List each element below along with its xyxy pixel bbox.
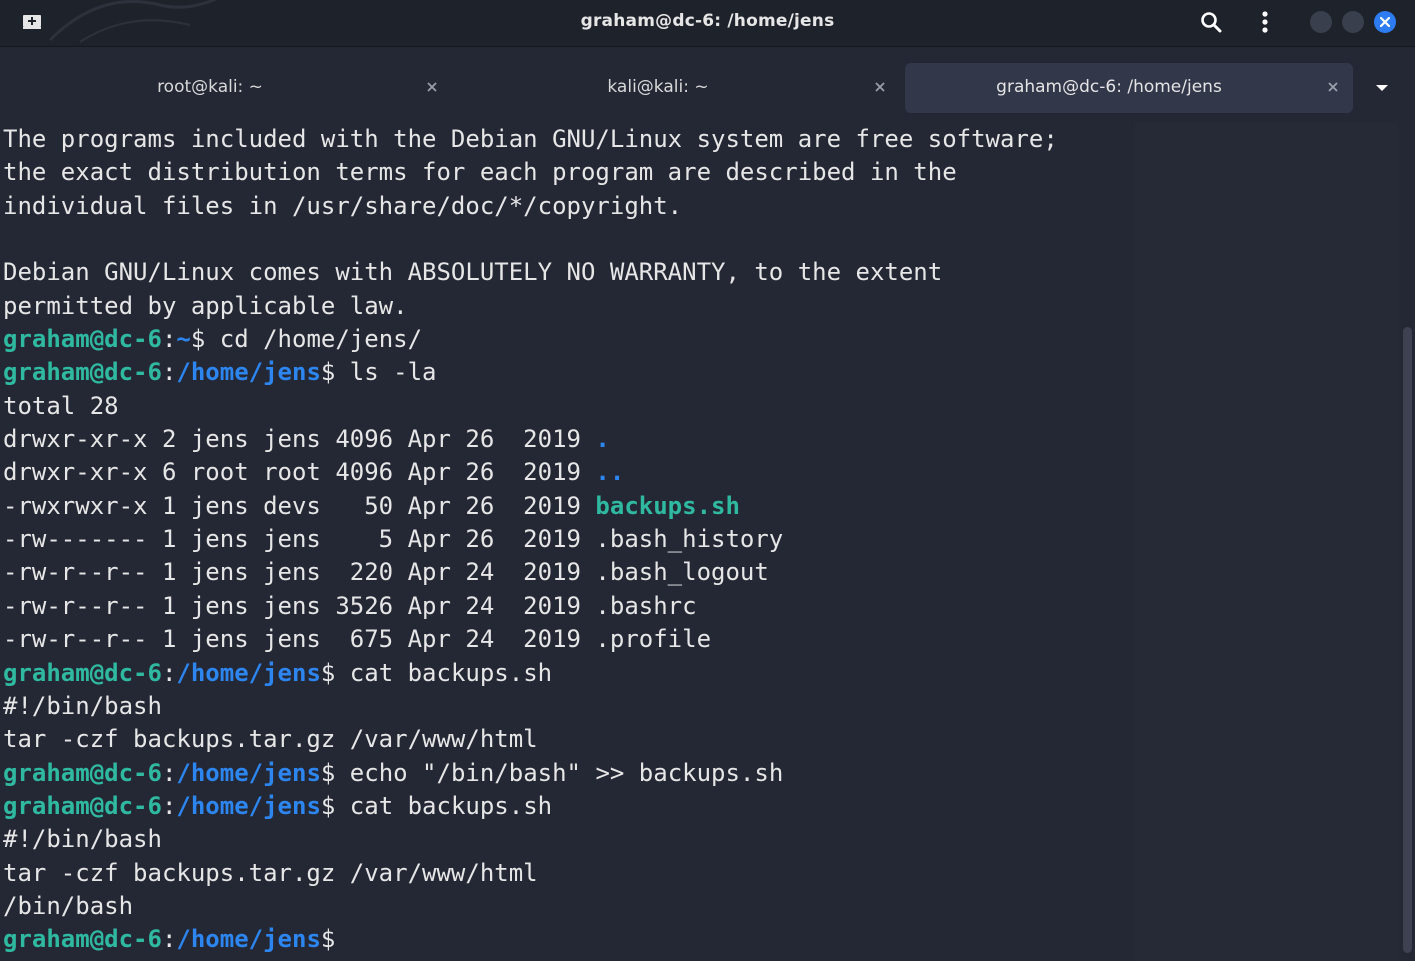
terminal-line: -rw------- 1 jens jens 5 Apr 26 2019 .ba… <box>3 523 1058 556</box>
terminal-text: /bin/bash <box>3 891 134 920</box>
terminal-line: Debian GNU/Linux comes with ABSOLUTELY N… <box>3 256 1058 289</box>
terminal-text: -rwxrwxr-x 1 jens devs 50 Apr 26 2019 <box>3 491 596 520</box>
terminal-line: individual files in /usr/share/doc/*/cop… <box>3 190 1058 223</box>
terminal-text: tar -czf backups.tar.gz /var/www/html <box>3 725 538 754</box>
prompt-path: /home/jens <box>176 791 321 820</box>
tab-close-button[interactable] <box>1323 77 1343 97</box>
terminal-text: -rw-r--r-- 1 jens jens 3526 Apr 24 2019 … <box>3 591 697 620</box>
search-button[interactable] <box>1198 9 1224 35</box>
close-icon <box>875 82 885 92</box>
terminal-text: total 28 <box>3 391 119 420</box>
terminal-text: $ cd /home/jens/ <box>190 325 423 354</box>
terminal-text: Debian GNU/Linux comes with ABSOLUTELY N… <box>3 258 943 287</box>
terminal-line: graham@dc-6:/home/jens$ ls -la <box>3 356 1058 389</box>
maximize-button[interactable] <box>1342 11 1364 33</box>
terminal-line: total 28 <box>3 390 1058 423</box>
dir-entry: . <box>595 425 610 454</box>
scrollbar-thumb[interactable] <box>1403 327 1412 953</box>
terminal-line: tar -czf backups.tar.gz /var/www/html <box>3 723 1058 756</box>
tab-root-kali[interactable]: root@kali: ~ <box>8 63 452 113</box>
prompt-user: graham@dc-6 <box>3 658 162 687</box>
prompt-user: graham@dc-6 <box>3 925 162 954</box>
terminal-line: graham@dc-6:/home/jens$ cat backups.sh <box>3 657 1058 690</box>
tab-label: graham@dc-6: /home/jens <box>996 77 1222 97</box>
close-icon <box>1380 17 1390 27</box>
terminal-text: The programs included with the Debian GN… <box>3 125 1058 153</box>
prompt-path: /home/jens <box>176 358 321 387</box>
terminal-line: #!/bin/bash <box>3 823 1058 856</box>
dir-entry: .. <box>595 458 625 487</box>
terminal-text: : <box>161 358 177 387</box>
terminal-text: drwxr-xr-x 2 jens jens 4096 Apr 26 2019 <box>3 425 596 454</box>
tab-close-button[interactable] <box>870 77 890 97</box>
terminal-line: graham@dc-6:~$ cd /home/jens/ <box>3 323 1058 356</box>
terminal-line: -rw-r--r-- 1 jens jens 675 Apr 24 2019 .… <box>3 623 1058 656</box>
tab-close-button[interactable] <box>422 77 442 97</box>
prompt-path: /home/jens <box>176 758 321 787</box>
terminal-line: The programs included with the Debian GN… <box>3 123 1058 156</box>
terminal-text: $ <box>320 925 336 954</box>
terminal-text: the exact distribution terms for each pr… <box>3 158 957 187</box>
terminal-text: #!/bin/bash <box>3 825 162 854</box>
terminal-text: $ cat backups.sh <box>320 791 553 820</box>
prompt-path: /home/jens <box>176 658 321 687</box>
prompt-path: ~ <box>176 325 191 354</box>
terminal-line: drwxr-xr-x 2 jens jens 4096 Apr 26 2019 … <box>3 423 1058 456</box>
terminal-lines: The programs included with the Debian GN… <box>3 123 1058 957</box>
terminal-line: /bin/bash <box>3 890 1058 923</box>
terminal-text: : <box>161 791 177 820</box>
terminal-line: the exact distribution terms for each pr… <box>3 156 1058 189</box>
terminal-line: tar -czf backups.tar.gz /var/www/html <box>3 857 1058 890</box>
terminal-text: tar -czf backups.tar.gz /var/www/html <box>3 858 538 887</box>
terminal-text: permitted by applicable law. <box>3 291 408 320</box>
main-menu-button[interactable] <box>1254 9 1276 35</box>
title-bar: graham@dc-6: /home/jens <box>0 0 1415 46</box>
terminal-line: -rwxrwxr-x 1 jens devs 50 Apr 26 2019 ba… <box>3 490 1058 523</box>
terminal-line: #!/bin/bash <box>3 690 1058 723</box>
prompt-user: graham@dc-6 <box>3 791 162 820</box>
terminal-text: $ echo "/bin/bash" >> backups.sh <box>320 758 784 787</box>
tab-label: kali@kali: ~ <box>607 77 709 97</box>
terminal-text: : <box>161 658 177 687</box>
terminal-text: individual files in /usr/share/doc/*/cop… <box>3 191 683 220</box>
prompt-path: /home/jens <box>176 925 321 954</box>
terminal-output[interactable]: The programs included with the Debian GN… <box>0 123 1398 961</box>
kebab-menu-icon <box>1262 11 1268 33</box>
terminal-text: : <box>161 758 177 787</box>
tab-label: root@kali: ~ <box>157 77 263 97</box>
terminal-text: drwxr-xr-x 6 root root 4096 Apr 26 2019 <box>3 458 596 487</box>
terminal-line: graham@dc-6:/home/jens$ <box>3 923 1058 956</box>
terminal-text: : <box>161 925 177 954</box>
prompt-user: graham@dc-6 <box>3 358 162 387</box>
terminal-text: #!/bin/bash <box>3 691 162 720</box>
terminal-text: -rw------- 1 jens jens 5 Apr 26 2019 .ba… <box>3 525 784 554</box>
terminal-line: permitted by applicable law. <box>3 290 1058 323</box>
terminal-text: -rw-r--r-- 1 jens jens 675 Apr 24 2019 .… <box>3 625 712 654</box>
prompt-user: graham@dc-6 <box>3 325 162 354</box>
tab-kali-kali[interactable]: kali@kali: ~ <box>456 63 900 113</box>
terminal-line: -rw-r--r-- 1 jens jens 220 Apr 24 2019 .… <box>3 556 1058 589</box>
close-icon <box>427 82 437 92</box>
search-icon <box>1201 12 1222 33</box>
close-window-button[interactable] <box>1374 11 1396 33</box>
terminal-line: graham@dc-6:/home/jens$ cat backups.sh <box>3 790 1058 823</box>
tab-graham-dc6[interactable]: graham@dc-6: /home/jens <box>905 63 1353 113</box>
terminal-line: -rw-r--r-- 1 jens jens 3526 Apr 24 2019 … <box>3 590 1058 623</box>
terminal-line: graham@dc-6:/home/jens$ echo "/bin/bash"… <box>3 757 1058 790</box>
prompt-user: graham@dc-6 <box>3 758 162 787</box>
minimize-button[interactable] <box>1310 11 1332 33</box>
terminal-text: : <box>161 325 177 354</box>
chevron-down-icon <box>1376 85 1388 91</box>
close-icon <box>1328 82 1338 92</box>
terminal-text: $ ls -la <box>320 358 437 387</box>
tabs-dropdown-button[interactable] <box>1370 78 1394 98</box>
terminal-text: $ cat backups.sh <box>320 658 553 687</box>
terminal-text: -rw-r--r-- 1 jens jens 220 Apr 24 2019 .… <box>3 558 769 587</box>
exec-file: backups.sh <box>595 491 740 520</box>
terminal-shade <box>1135 123 1398 961</box>
tab-bar: root@kali: ~ kali@kali: ~ graham@dc-6: /… <box>0 46 1415 119</box>
terminal-line: drwxr-xr-x 6 root root 4096 Apr 26 2019 … <box>3 456 1058 489</box>
